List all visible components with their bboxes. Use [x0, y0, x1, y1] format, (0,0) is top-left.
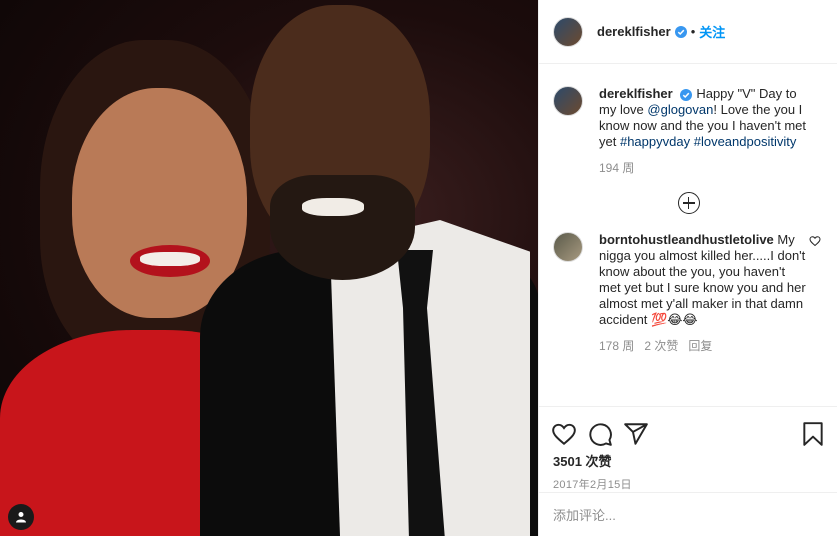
post-side-panel: dereklfisher • 关注 dereklfisher Happy "V"…	[538, 0, 837, 536]
follow-button[interactable]: 关注	[699, 22, 725, 41]
comment-age: 178 周	[599, 339, 635, 353]
caption-avatar[interactable]	[553, 86, 583, 116]
caption-age: 194 周	[599, 161, 635, 175]
comment-likes[interactable]: 2 次赞	[644, 338, 678, 354]
comments-list[interactable]: dereklfisher Happy "V" Day to my love @g…	[539, 65, 837, 405]
header-username[interactable]: dereklfisher	[597, 24, 671, 39]
likes-count[interactable]: 3501 次赞	[539, 451, 837, 470]
action-bar	[539, 407, 837, 451]
caption-meta: 194 周	[599, 160, 809, 176]
bookmark-icon[interactable]	[800, 421, 826, 447]
comment-meta: 178 周 2 次赞 回复	[599, 338, 809, 354]
add-comments-icon[interactable]	[677, 192, 700, 214]
verified-badge-icon	[680, 88, 693, 101]
photo-woman-smile	[140, 252, 200, 266]
caption: dereklfisher Happy "V" Day to my love @g…	[539, 86, 837, 176]
hashtag-link[interactable]: #happyvday	[620, 134, 690, 149]
post-header: dereklfisher • 关注	[539, 0, 837, 64]
user-tag-icon	[16, 512, 26, 523]
heart-icon[interactable]	[551, 421, 577, 447]
caption-username[interactable]: dereklfisher	[599, 86, 673, 101]
verified-badge-icon	[674, 25, 687, 38]
user-tag-button[interactable]	[8, 504, 34, 530]
comment-body: borntohustleandhustletolive My nigga you…	[599, 232, 809, 354]
add-comment-bar	[539, 492, 837, 536]
avatar[interactable]	[553, 16, 583, 47]
share-icon[interactable]	[623, 421, 649, 447]
list-item: borntohustleandhustletolive My nigga you…	[539, 232, 837, 354]
load-more-comments[interactable]	[539, 192, 837, 214]
post-photo[interactable]	[0, 0, 538, 536]
comment-avatar[interactable]	[553, 232, 583, 262]
header-separator: •	[690, 24, 696, 39]
caption-body: dereklfisher Happy "V" Day to my love @g…	[599, 86, 809, 176]
comment-icon[interactable]	[587, 421, 613, 447]
heart-icon[interactable]	[809, 235, 821, 247]
photo-man-beard	[270, 175, 415, 280]
photo-man-smile	[302, 198, 364, 216]
comment-input[interactable]	[553, 507, 813, 523]
mention-link[interactable]: @glogovan	[647, 102, 713, 117]
hashtag-link[interactable]: #loveandpositivity	[694, 134, 797, 149]
comment-username[interactable]: borntohustleandhustletolive	[599, 232, 774, 247]
reply-button[interactable]: 回复	[688, 338, 712, 354]
post-actions: 3501 次赞 2017年2月15日	[539, 406, 837, 536]
post-date[interactable]: 2017年2月15日	[539, 476, 837, 492]
